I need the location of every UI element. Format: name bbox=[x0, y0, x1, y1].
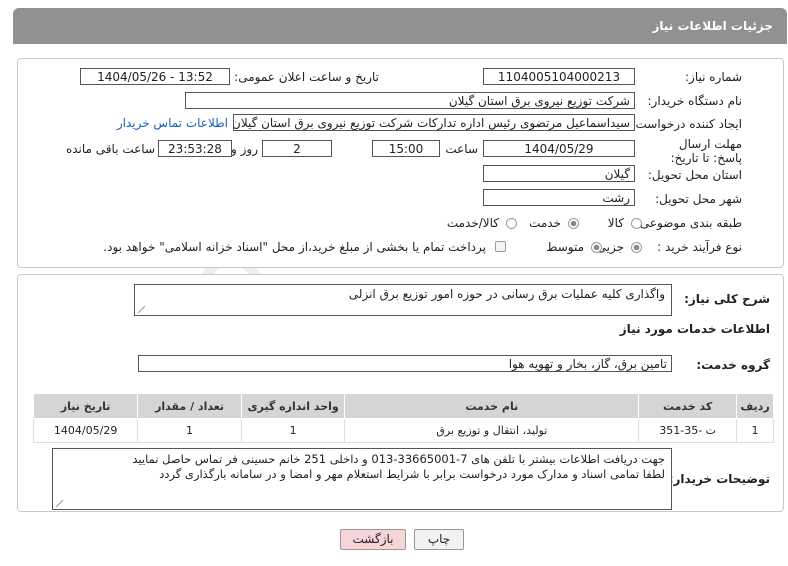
resize-grip-icon bbox=[56, 500, 63, 507]
creator-field: سیداسماعیل مرتضوی رئیس اداره تدارکات شرک… bbox=[233, 114, 635, 131]
cell-code: ت -35-351 bbox=[638, 418, 738, 443]
days-field: 2 bbox=[262, 140, 332, 157]
city-field: رشت bbox=[483, 189, 635, 206]
creator-label: ایجاد کننده درخواست: bbox=[631, 117, 742, 131]
cell-name: تولید، انتقال و توزیع برق bbox=[344, 418, 640, 443]
buyer-notes-textarea[interactable]: جهت دریافت اطلاعات بیشتر با تلفن های 7-3… bbox=[52, 448, 672, 510]
page-title: جزئیات اطلاعات نیاز bbox=[652, 19, 773, 33]
table-row: 1 ت -35-351 تولید، انتقال و توزیع برق 1 … bbox=[32, 418, 774, 443]
services-section-title: اطلاعات خدمات مورد نیاز bbox=[619, 322, 770, 336]
category-option-service: خدمت bbox=[529, 216, 561, 230]
category-option-goods: کالا bbox=[607, 216, 624, 230]
process-radio-medium[interactable] bbox=[591, 242, 602, 253]
services-table: ردیف کد خدمت نام خدمت واحد اندازه گیری ت… bbox=[32, 393, 774, 443]
col-unit: واحد اندازه گیری bbox=[240, 393, 346, 419]
category-label: طبقه بندی موضوعی: bbox=[635, 216, 742, 230]
category-radio-goods-service[interactable] bbox=[506, 218, 517, 229]
col-qty: تعداد / مقدار bbox=[137, 393, 242, 419]
process-label: نوع فرآیند خرید : bbox=[657, 240, 742, 254]
need-number-label: شماره نیاز: bbox=[685, 70, 742, 84]
buyer-field: شرکت توزیع نیروی برق استان گیلان bbox=[185, 92, 635, 109]
remaining-label: ساعت باقی مانده bbox=[65, 142, 155, 156]
service-group-label: گروه خدمت: bbox=[696, 358, 770, 372]
col-date: تاریخ نیاز bbox=[32, 393, 139, 419]
print-button[interactable]: چاپ bbox=[414, 529, 464, 550]
category-radio-goods[interactable] bbox=[631, 218, 642, 229]
days-label: روز و bbox=[231, 142, 258, 156]
need-number-field: 1104005104000213 bbox=[483, 68, 635, 85]
category-radio-service[interactable] bbox=[568, 218, 579, 229]
cell-date: 1404/05/29 bbox=[32, 418, 139, 443]
deadline-time-field: 15:00 bbox=[372, 140, 440, 157]
remaining-time-field: 23:53:28 bbox=[158, 140, 232, 157]
process-option-medium: متوسط bbox=[546, 240, 584, 254]
buyer-notes-line-2: لطفا تمامی اسناد و مدارک مورد درخواست بر… bbox=[159, 467, 665, 481]
service-group-field: تامین برق، گاز، بخار و تهویه هوا bbox=[138, 355, 672, 372]
summary-text: واگذاری کلیه عملیات برق رسانی در حوزه ام… bbox=[348, 287, 665, 301]
deadline-time-label: ساعت bbox=[445, 142, 478, 156]
buyer-label: نام دستگاه خریدار: bbox=[647, 94, 743, 108]
summary-label: شرح کلی نیاز: bbox=[684, 292, 770, 306]
back-button[interactable]: بازگشت bbox=[340, 529, 406, 550]
col-name: نام خدمت bbox=[344, 393, 640, 419]
payment-note: پرداخت تمام یا بخشی از مبلغ خرید،از محل … bbox=[103, 240, 486, 254]
buyer-contact-link[interactable]: اطلاعات تماس خریدار bbox=[117, 116, 228, 130]
buyer-notes-line-1: جهت دریافت اطلاعات بیشتر با تلفن های 7-3… bbox=[132, 452, 665, 466]
deadline-label: مهلت ارسال پاسخ: تا تاریخ: bbox=[670, 137, 742, 165]
cell-unit: 1 bbox=[240, 418, 346, 443]
announce-field: 1404/05/26 - 13:52 bbox=[80, 68, 230, 85]
province-field: گیلان bbox=[483, 165, 635, 182]
panel-header: جزئیات اطلاعات نیاز bbox=[13, 8, 787, 44]
table-header-row: ردیف کد خدمت نام خدمت واحد اندازه گیری ت… bbox=[32, 393, 774, 419]
cell-qty: 1 bbox=[137, 418, 242, 443]
resize-grip-icon bbox=[138, 306, 145, 313]
deadline-date-field: 1404/05/29 bbox=[483, 140, 635, 157]
announce-label: تاریخ و ساعت اعلان عمومی: bbox=[234, 70, 379, 84]
buyer-notes-label: توضیحات خریدار: bbox=[668, 472, 770, 486]
summary-textarea[interactable]: واگذاری کلیه عملیات برق رسانی در حوزه ام… bbox=[134, 284, 672, 316]
category-option-goods-service: کالا/خدمت bbox=[446, 216, 499, 230]
province-label: استان محل تحویل: bbox=[647, 168, 742, 182]
col-index: ردیف bbox=[736, 393, 774, 419]
city-label: شهر محل تحویل: bbox=[655, 192, 742, 206]
cell-index: 1 bbox=[736, 418, 774, 443]
col-code: کد خدمت bbox=[638, 393, 738, 419]
process-radio-minor[interactable] bbox=[631, 242, 642, 253]
treasury-payment-checkbox[interactable] bbox=[495, 241, 506, 252]
